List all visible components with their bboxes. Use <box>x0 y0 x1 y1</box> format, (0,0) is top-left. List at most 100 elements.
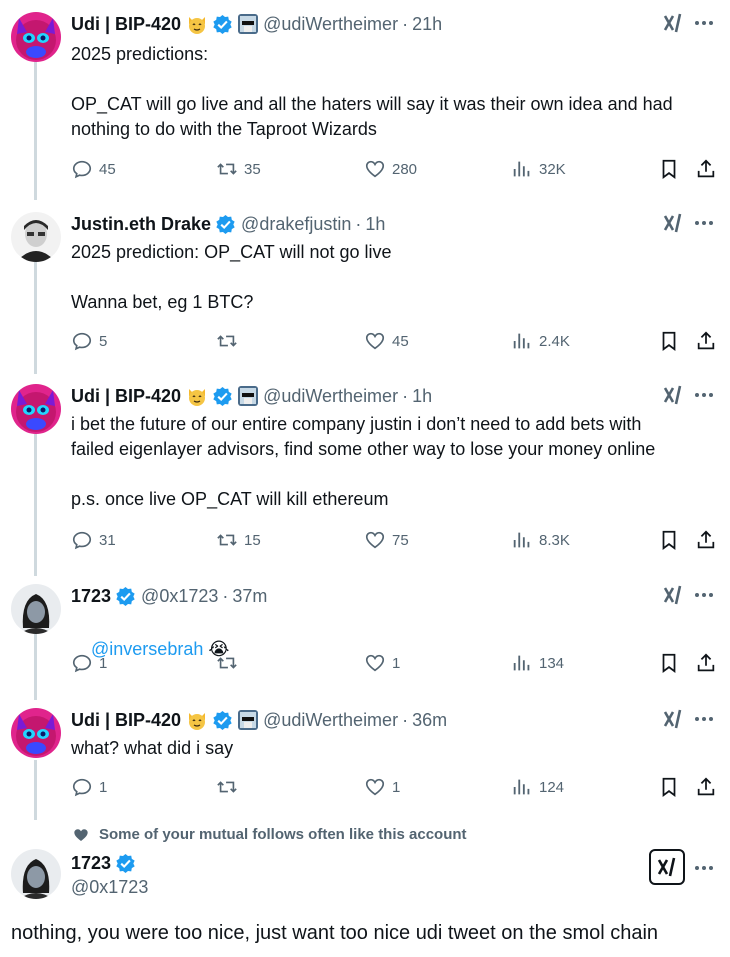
avatar[interactable] <box>11 584 61 634</box>
repost-button[interactable] <box>216 776 244 798</box>
views-button[interactable]: 8.3K <box>511 529 570 551</box>
grok-button[interactable] <box>649 849 685 885</box>
like-button[interactable]: 45 <box>364 330 409 352</box>
share-button[interactable] <box>695 776 717 798</box>
bookmark-icon <box>662 530 676 550</box>
share-button[interactable] <box>695 652 717 674</box>
handle[interactable]: @drakefjustin <box>241 214 351 235</box>
bookmark-button[interactable] <box>658 330 680 352</box>
reply-button[interactable]: 1 <box>71 652 107 674</box>
timestamp[interactable]: 1h <box>365 214 385 235</box>
tweet-text: 2025 prediction: OP_CAT will not go live… <box>71 242 392 312</box>
share-button[interactable] <box>695 330 717 352</box>
tweet[interactable]: Udi | BIP-420 @udiWertheimer · 1h i bet … <box>0 384 730 564</box>
handle[interactable]: @udiWertheimer <box>263 710 398 731</box>
share-icon <box>697 159 715 178</box>
like-button[interactable]: 1 <box>364 776 400 798</box>
tweet[interactable]: Udi | BIP-420 @udiWertheimer · 21h 2025 … <box>0 12 730 192</box>
views-button[interactable]: 134 <box>511 652 564 674</box>
avatar[interactable] <box>11 384 61 434</box>
like-button[interactable]: 280 <box>364 158 417 180</box>
views-icon <box>513 655 530 671</box>
avatar[interactable] <box>11 849 61 899</box>
tweet[interactable]: 1723 @0x1723 · 37m @inversebrah 😭 1 1 13… <box>0 584 730 694</box>
like-count: 75 <box>392 531 409 549</box>
more-icon[interactable] <box>693 384 715 406</box>
grok-icon[interactable] <box>662 12 684 34</box>
more-icon[interactable] <box>693 584 715 606</box>
grok-icon[interactable] <box>662 584 684 606</box>
views-count: 8.3K <box>539 531 570 549</box>
bookmark-button[interactable] <box>658 652 680 674</box>
share-button[interactable] <box>695 529 717 551</box>
grok-icon[interactable] <box>662 384 684 406</box>
display-name[interactable]: Justin.eth Drake <box>71 214 211 235</box>
grok-icon[interactable] <box>662 212 684 234</box>
separator-dot: · <box>402 385 409 406</box>
reply-count: 1 <box>99 654 108 672</box>
focused-tweet-text: nothing, you were too nice, just want to… <box>11 922 659 944</box>
timestamp[interactable]: 36m <box>412 710 447 731</box>
timestamp[interactable]: 1h <box>412 386 432 407</box>
more-icon[interactable] <box>693 708 715 730</box>
like-icon <box>365 778 385 796</box>
share-button[interactable] <box>695 158 717 180</box>
grok-icon[interactable] <box>662 708 684 730</box>
separator-dot: · <box>402 709 409 730</box>
action-bar: 1 1 124 <box>71 776 721 800</box>
reply-button[interactable]: 5 <box>71 330 107 352</box>
social-context: Some of your mutual follows often like t… <box>73 826 467 843</box>
display-name[interactable]: Udi | BIP-420 <box>71 386 181 407</box>
share-icon <box>697 653 715 672</box>
avatar[interactable] <box>11 708 61 758</box>
handle[interactable]: @udiWertheimer <box>263 14 398 35</box>
views-button[interactable]: 2.4K <box>511 330 570 352</box>
more-icon[interactable] <box>693 212 715 234</box>
like-button[interactable]: 75 <box>364 529 409 551</box>
bookmark-button[interactable] <box>658 158 680 180</box>
bookmark-icon <box>662 653 676 673</box>
display-name[interactable]: Udi | BIP-420 <box>71 710 181 731</box>
verified-icon <box>116 853 135 873</box>
tweet-text: 2025 predictions: OP_CAT will go live an… <box>71 44 673 139</box>
repost-button[interactable]: 15 <box>216 529 261 551</box>
repost-button[interactable] <box>216 330 244 352</box>
reply-button[interactable]: 45 <box>71 158 116 180</box>
tweet[interactable]: Udi | BIP-420 @udiWertheimer · 36m what?… <box>0 708 730 818</box>
avatar[interactable] <box>11 12 61 62</box>
handle[interactable]: @udiWertheimer <box>263 386 398 407</box>
display-name[interactable]: 1723 <box>71 853 111 874</box>
action-bar: 45 35 280 32K <box>71 158 721 182</box>
views-button[interactable]: 124 <box>511 776 564 798</box>
handle[interactable]: @0x1723 <box>141 586 218 607</box>
handle[interactable]: @0x1723 <box>71 877 148 898</box>
more-icon[interactable] <box>693 12 715 34</box>
timestamp[interactable]: 37m <box>232 586 267 607</box>
more-icon[interactable] <box>693 857 715 879</box>
like-button[interactable]: 1 <box>364 652 400 674</box>
reply-button[interactable]: 31 <box>71 529 116 551</box>
repost-button[interactable]: 35 <box>216 158 261 180</box>
repost-button[interactable] <box>216 652 244 674</box>
views-button[interactable]: 32K <box>511 158 566 180</box>
reply-button[interactable]: 1 <box>71 776 107 798</box>
share-icon <box>697 530 715 549</box>
separator-dot: · <box>222 585 229 606</box>
reply-icon <box>72 332 92 351</box>
org-badge-icon <box>238 710 259 730</box>
bookmark-button[interactable] <box>658 776 680 798</box>
display-name[interactable]: Udi | BIP-420 <box>71 14 181 35</box>
reply-icon <box>72 160 92 179</box>
tweet[interactable]: Justin.eth Drake @drakefjustin · 1h 2025… <box>0 212 730 362</box>
like-count: 1 <box>392 778 401 796</box>
tweet-header: Udi | BIP-420 @udiWertheimer · 1h <box>71 384 432 408</box>
tweet-header: 1723 <box>71 851 136 875</box>
like-count: 280 <box>392 160 418 178</box>
bookmark-button[interactable] <box>658 529 680 551</box>
avatar[interactable] <box>11 212 61 262</box>
reply-count: 5 <box>99 332 108 350</box>
like-count: 45 <box>392 332 409 350</box>
timestamp[interactable]: 21h <box>412 14 442 35</box>
action-bar: 5 45 2.4K <box>71 330 721 354</box>
display-name[interactable]: 1723 <box>71 586 111 607</box>
